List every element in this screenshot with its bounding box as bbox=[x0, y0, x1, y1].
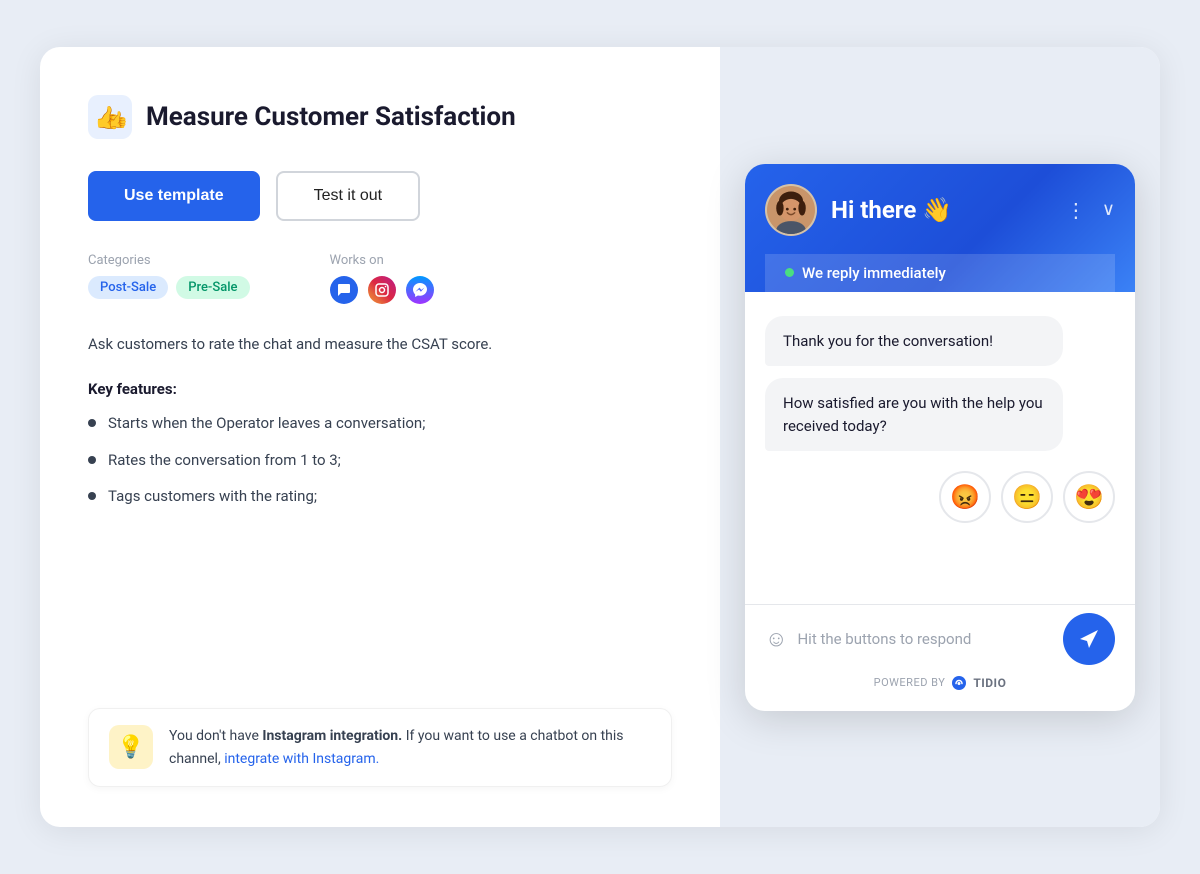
thumbs-up-icon: 👍 👍 bbox=[88, 95, 132, 139]
chat-bubble-1: Thank you for the conversation! bbox=[765, 316, 1063, 367]
chat-input-placeholder: Hit the buttons to respond bbox=[797, 622, 1053, 656]
list-item: Tags customers with the rating; bbox=[88, 485, 672, 508]
feature-text: Starts when the Operator leaves a conver… bbox=[108, 412, 425, 435]
description: Ask customers to rate the chat and measu… bbox=[88, 332, 672, 356]
avatar bbox=[765, 184, 817, 236]
emoji-love-button[interactable]: 😍 bbox=[1063, 471, 1115, 523]
left-panel: 👍 👍 Measure Customer Satisfaction Use te… bbox=[40, 47, 720, 827]
chat-header-actions: ⋮ ∨ bbox=[1066, 198, 1115, 222]
status-dot bbox=[785, 268, 794, 277]
info-text-bold: Instagram integration. bbox=[262, 728, 402, 744]
emoji-buttons: 😡 😑 😍 bbox=[939, 471, 1115, 523]
tidio-logo-icon bbox=[951, 675, 967, 691]
test-it-out-button[interactable]: Test it out bbox=[276, 171, 420, 221]
title-row: 👍 👍 Measure Customer Satisfaction bbox=[88, 95, 672, 139]
emoji-angry-button[interactable]: 😡 bbox=[939, 471, 991, 523]
categories-block: Categories Post-Sale Pre-Sale bbox=[88, 253, 250, 299]
platform-instagram-icon bbox=[368, 276, 396, 304]
send-icon bbox=[1078, 628, 1100, 650]
meta-row: Categories Post-Sale Pre-Sale Works on bbox=[88, 253, 672, 304]
chat-title-text: Hi there bbox=[831, 196, 916, 224]
buttons-row: Use template Test it out bbox=[88, 171, 672, 221]
platform-chat-icon bbox=[330, 276, 358, 304]
info-text: You don't have Instagram integration. If… bbox=[169, 725, 651, 770]
bullet-icon bbox=[88, 492, 96, 500]
chat-footer: ☺ Hit the buttons to respond POWERED BY bbox=[745, 613, 1135, 711]
chat-bubble-2: How satisfied are you with the help you … bbox=[765, 378, 1063, 451]
chat-header: Hi there 👋 ⋮ ∨ We reply immediately bbox=[745, 164, 1135, 292]
chat-body: Thank you for the conversation! How sati… bbox=[745, 292, 1135, 592]
feature-text: Tags customers with the rating; bbox=[108, 485, 317, 508]
powered-by: POWERED BY TIDIO bbox=[765, 675, 1115, 691]
right-panel: Hi there 👋 ⋮ ∨ We reply immediately Than… bbox=[720, 47, 1160, 827]
categories-label: Categories bbox=[88, 253, 250, 268]
platform-icons bbox=[330, 276, 434, 304]
emoji-neutral-button[interactable]: 😑 bbox=[1001, 471, 1053, 523]
bullet-icon bbox=[88, 419, 96, 427]
chat-widget: Hi there 👋 ⋮ ∨ We reply immediately Than… bbox=[745, 164, 1135, 711]
info-icon: 💡 bbox=[109, 725, 153, 769]
status-text: We reply immediately bbox=[802, 264, 946, 282]
send-button[interactable] bbox=[1063, 613, 1115, 665]
list-item: Rates the conversation from 1 to 3; bbox=[88, 449, 672, 472]
tag-post-sale: Post-Sale bbox=[88, 276, 168, 299]
emoji-picker-icon[interactable]: ☺ bbox=[765, 626, 787, 652]
tidio-brand-name: TIDIO bbox=[973, 676, 1006, 690]
status-bar: We reply immediately bbox=[765, 254, 1115, 292]
info-link[interactable]: integrate with Instagram. bbox=[224, 751, 379, 767]
bullet-icon bbox=[88, 456, 96, 464]
features-list: Starts when the Operator leaves a conver… bbox=[88, 412, 672, 508]
info-banner: 💡 You don't have Instagram integration. … bbox=[88, 708, 672, 787]
page-title: Measure Customer Satisfaction bbox=[146, 102, 516, 132]
key-features-title: Key features: bbox=[88, 380, 672, 398]
main-card: 👍 👍 Measure Customer Satisfaction Use te… bbox=[40, 47, 1160, 827]
wave-emoji: 👋 bbox=[922, 196, 952, 224]
info-text-plain: You don't have bbox=[169, 728, 262, 744]
use-template-button[interactable]: Use template bbox=[88, 171, 260, 221]
chevron-down-icon[interactable]: ∨ bbox=[1102, 199, 1115, 220]
list-item: Starts when the Operator leaves a conver… bbox=[88, 412, 672, 435]
chat-input-row: ☺ Hit the buttons to respond bbox=[765, 613, 1115, 665]
works-on-label: Works on bbox=[330, 253, 434, 268]
feature-text: Rates the conversation from 1 to 3; bbox=[108, 449, 341, 472]
powered-by-text: POWERED BY bbox=[874, 676, 946, 689]
tag-pre-sale: Pre-Sale bbox=[176, 276, 249, 299]
chat-title: Hi there 👋 bbox=[831, 196, 1052, 224]
works-on-block: Works on bbox=[330, 253, 434, 304]
tags-container: Post-Sale Pre-Sale bbox=[88, 276, 250, 299]
svg-text:👍: 👍 bbox=[108, 110, 128, 129]
chat-divider bbox=[745, 604, 1135, 605]
more-options-icon[interactable]: ⋮ bbox=[1066, 198, 1088, 222]
platform-messenger-icon bbox=[406, 276, 434, 304]
chat-header-top: Hi there 👋 ⋮ ∨ bbox=[765, 184, 1115, 236]
